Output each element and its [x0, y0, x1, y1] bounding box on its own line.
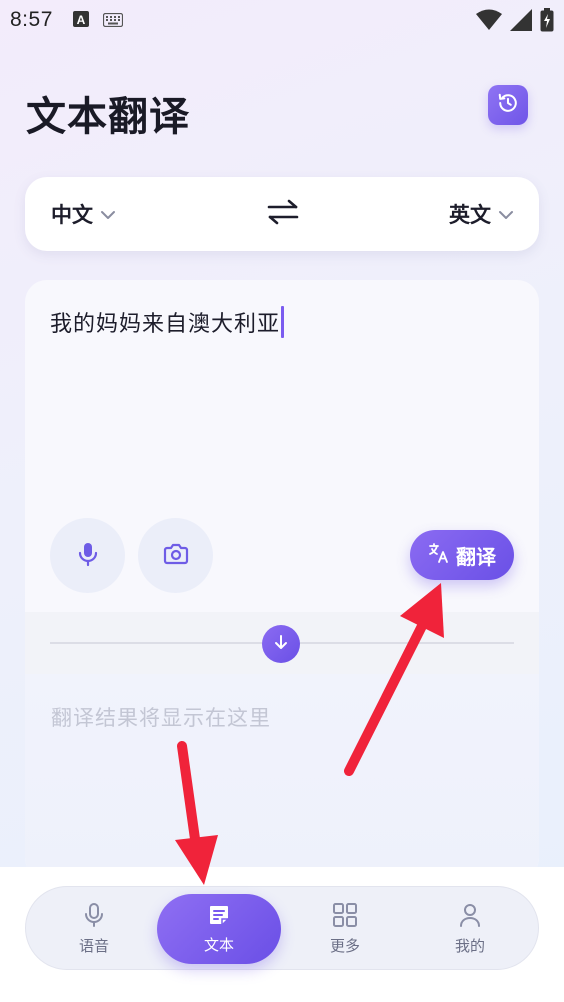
grid-icon	[332, 902, 358, 932]
source-text-input[interactable]: 我的妈妈来自澳大利亚	[50, 306, 285, 338]
translation-card: 我的妈妈来自澳大利亚 翻译 翻译结果将显示在这里	[25, 280, 539, 880]
translate-button[interactable]: 翻译	[410, 530, 514, 580]
wifi-icon	[476, 9, 502, 36]
text-caret	[281, 306, 285, 338]
translate-button-label: 翻译	[456, 544, 496, 569]
status-time: 8:57	[10, 8, 53, 31]
svg-text:A: A	[77, 13, 86, 27]
nav-item-mine[interactable]: 我的	[410, 887, 530, 971]
keyboard-icon	[102, 8, 123, 32]
arrow-down-icon	[273, 634, 289, 654]
person-icon	[458, 902, 482, 932]
chevron-down-icon	[497, 202, 515, 226]
camera-icon	[163, 543, 189, 569]
nav-item-text[interactable]: 文本	[157, 894, 281, 964]
translate-icon	[428, 542, 450, 569]
nav-item-label: 我的	[454, 937, 485, 955]
swap-languages-button[interactable]	[263, 194, 303, 234]
source-language-selector[interactable]: 中文	[51, 199, 117, 229]
history-button[interactable]	[488, 85, 528, 125]
nav-item-label: 更多	[329, 937, 360, 955]
source-language-label: 中文	[51, 203, 93, 227]
language-bar: 中文 英文	[25, 177, 539, 251]
microphone-icon	[83, 902, 105, 932]
history-icon	[497, 92, 519, 118]
nav-item-label: 文本	[203, 936, 234, 954]
status-bar: 8:57 A	[0, 0, 564, 40]
nav-item-label: 语音	[78, 937, 109, 955]
document-icon	[207, 903, 231, 931]
bottom-nav: 语音 文本 更多 我的	[25, 886, 539, 970]
result-placeholder: 翻译结果将显示在这里	[51, 706, 271, 730]
microphone-icon	[77, 541, 99, 571]
target-language-label: 英文	[449, 203, 491, 227]
down-arrow-indicator	[262, 625, 300, 663]
text-a-icon: A	[72, 8, 89, 32]
chevron-down-icon	[99, 202, 117, 226]
nav-item-more[interactable]: 更多	[285, 887, 405, 971]
signal-icon	[510, 9, 532, 36]
swap-arrows-icon	[267, 199, 299, 229]
voice-input-button[interactable]	[50, 518, 125, 593]
camera-input-button[interactable]	[138, 518, 213, 593]
battery-charging-icon	[540, 8, 554, 37]
page-title: 文本翻译	[26, 94, 190, 140]
nav-item-voice[interactable]: 语音	[34, 887, 154, 971]
source-text: 我的妈妈来自澳大利亚	[50, 312, 281, 337]
target-language-selector[interactable]: 英文	[449, 199, 515, 229]
result-divider	[25, 612, 539, 674]
result-area: 翻译结果将显示在这里	[25, 674, 539, 880]
